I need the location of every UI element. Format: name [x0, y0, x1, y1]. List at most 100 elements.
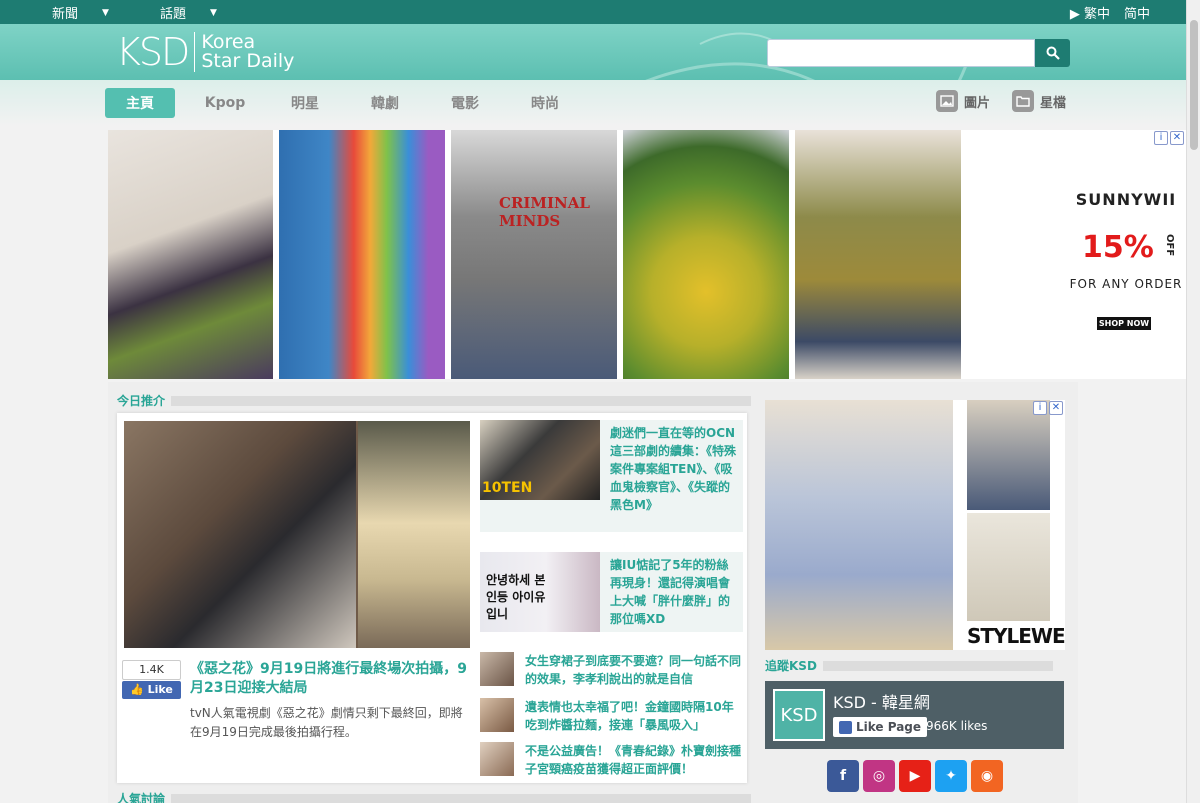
ksd-page-logo[interactable]: KSD: [773, 689, 825, 741]
logo-mark: KSD: [116, 30, 190, 74]
nav-images[interactable]: 圖片: [936, 90, 990, 112]
chevron-down-icon[interactable]: ▼: [210, 8, 217, 18]
ad-product-cardigan[interactable]: [795, 130, 961, 379]
list-item[interactable]: 不是公益廣告！《青春紀錄》朴寶劍接種子宮頸癌疫苗獲得超正面評價！: [480, 742, 745, 778]
ad-close-icon[interactable]: ✕: [1049, 401, 1063, 415]
ad-info-icon[interactable]: i: [1154, 131, 1168, 145]
logo-text: Korea Star Daily: [201, 33, 294, 71]
ad-product-scarf[interactable]: [108, 130, 273, 379]
right-ad[interactable]: STYLEWE i ✕: [765, 400, 1066, 650]
featured-photo-left: [124, 421, 356, 648]
ad-off-label: OFF: [1164, 234, 1175, 257]
nav-fashion[interactable]: 時尚: [505, 88, 585, 118]
fb-like-page-label[interactable]: Like Page: [856, 717, 921, 737]
ad-product-hoodie[interactable]: [279, 130, 445, 379]
nav-profiles[interactable]: 星檔: [1012, 90, 1066, 112]
list-item-thumb[interactable]: [480, 652, 514, 686]
section-divider: [171, 395, 752, 406]
topnav-news[interactable]: 新聞 ▼: [52, 3, 109, 22]
featured-photo-right: [358, 421, 470, 648]
main-nav: 主頁 Kpop 明星 韓劇 電影 時尚: [105, 88, 585, 118]
like-button[interactable]: 👍 Like: [122, 681, 181, 699]
popular-title-text: 人氣討論: [117, 792, 166, 803]
featured-article-title[interactable]: 《惡之花》9月19日將進行最終場次拍攝，9月23日迎接大結局: [190, 660, 472, 698]
social-links: f ◎ ▶ ✦ ◉: [827, 760, 1003, 792]
ad-product-sweater[interactable]: CRIMINAL MINDS: [451, 130, 617, 379]
thumb-caption: 10TEN: [482, 480, 533, 496]
facebook-page-widget[interactable]: KSD KSD - 韓星網 Like Page 966K likes: [765, 681, 1064, 749]
folder-icon: [1012, 90, 1035, 112]
main-nav-bar: 主頁 Kpop 明星 韓劇 電影 時尚 圖片 星檔: [0, 80, 1186, 126]
section-divider: [171, 793, 752, 803]
list-item-thumb[interactable]: [480, 742, 514, 776]
facebook-icon[interactable]: f: [827, 760, 859, 792]
like-button-label[interactable]: Like: [148, 683, 173, 696]
ad-controls: i ✕: [1033, 401, 1063, 415]
ad-photo-dress[interactable]: [765, 400, 953, 650]
nav-movies[interactable]: 電影: [425, 88, 505, 118]
side-article-thumb[interactable]: 안녕하세 본인등 아이유입니: [480, 552, 600, 632]
side-article-title[interactable]: 劇迷們一直在等的OCN這三部劇的續集：《特殊案件專案組TEN》、《吸血鬼檢察官》…: [610, 424, 738, 514]
page-scrollbar[interactable]: [1186, 0, 1200, 803]
rss-icon[interactable]: ◉: [971, 760, 1003, 792]
search-input[interactable]: [767, 39, 1035, 67]
nav-kdrama[interactable]: 韓劇: [345, 88, 425, 118]
ad-close-icon[interactable]: ✕: [1170, 131, 1184, 145]
nav-home[interactable]: 主頁: [105, 88, 175, 118]
ad-brand: STYLEWE: [967, 624, 1066, 648]
fb-like-count: 966K likes: [926, 719, 988, 733]
youtube-icon[interactable]: ▶: [899, 760, 931, 792]
language-switch: ▶ 繁中 简中: [1070, 3, 1150, 22]
side-article-thumb[interactable]: 10TEN: [480, 420, 600, 500]
side-article-title[interactable]: 讓IU惦記了5年的粉絲再現身！還記得演唱會上大喊「胖什麼胖」的那位嗎XD: [610, 556, 738, 628]
nav-right: 圖片 星檔: [936, 90, 1066, 112]
ad-banner[interactable]: CRIMINAL MINDS i ✕ SUNNYWII 15% OFF FOR …: [108, 130, 1186, 379]
nav-stars[interactable]: 明星: [265, 88, 345, 118]
topnav-news-label[interactable]: 新聞: [52, 3, 78, 22]
side-article[interactable]: 10TEN 劇迷們一直在等的OCN這三部劇的續集：《特殊案件專案組TEN》、《吸…: [480, 420, 743, 532]
side-article[interactable]: 안녕하세 본인등 아이유입니 讓IU惦記了5年的粉絲再現身！還記得演唱會上大喊「…: [480, 552, 743, 632]
ad-shop-now-button[interactable]: SHOP NOW: [1097, 317, 1151, 330]
thumb-caption: 안녕하세 본인등 아이유입니: [486, 573, 546, 621]
featured-article-image[interactable]: [124, 421, 470, 648]
search-button[interactable]: [1035, 39, 1070, 67]
nav-profiles-label[interactable]: 星檔: [1040, 92, 1066, 111]
facebook-like-widget: 1.4K 👍 Like: [122, 660, 181, 700]
site-logo[interactable]: KSD Korea Star Daily: [116, 30, 294, 74]
follow-title-text: 追蹤KSD: [765, 659, 817, 673]
list-item-title[interactable]: 遺表情也太幸福了吧！金鐘國時隔10年吃到炸醬拉麵，接連「暴風吸入」: [525, 698, 745, 734]
lang-traditional[interactable]: ▶ 繁中: [1070, 3, 1110, 22]
nav-kpop[interactable]: Kpop: [185, 88, 265, 118]
search-bar: [767, 39, 1070, 67]
list-item-title[interactable]: 不是公益廣告！《青春紀錄》朴寶劍接種子宮頸癌疫苗獲得超正面評價！: [525, 742, 745, 778]
ad-brand: SUNNYWII: [1075, 190, 1177, 209]
nav-images-label[interactable]: 圖片: [964, 92, 990, 111]
fb-like-page-button[interactable]: Like Page: [833, 717, 928, 737]
topnav-topics[interactable]: 話題 ▼: [160, 3, 217, 22]
ad-product-bag[interactable]: [623, 130, 789, 379]
popular-section-title: 人氣討論: [117, 790, 752, 803]
ad-photo-top[interactable]: [967, 400, 1050, 510]
ad-photo-bottom[interactable]: [967, 513, 1050, 621]
twitter-icon[interactable]: ✦: [935, 760, 967, 792]
lang-simplified[interactable]: 简中: [1124, 3, 1150, 22]
list-item-title[interactable]: 女生穿裙子到底要不要遮？同一句話不同的效果，李孝利說出的就是自信: [525, 652, 745, 688]
ad-promo-panel[interactable]: i ✕ SUNNYWII 15% OFF FOR ANY ORDER SHOP …: [1066, 130, 1186, 379]
instagram-icon[interactable]: ◎: [863, 760, 895, 792]
scrollbar-thumb[interactable]: [1190, 20, 1198, 150]
search-icon: [1046, 46, 1060, 60]
section-divider: [822, 660, 1053, 671]
featured-article-summary: tvN人氣電視劇《惡之花》劇情只剩下最終回，即將在9月19日完成最後拍攝行程。: [190, 706, 463, 739]
chevron-down-icon[interactable]: ▼: [102, 8, 109, 18]
ad-info-icon[interactable]: i: [1033, 401, 1047, 415]
fb-page-name[interactable]: KSD - 韓星網: [833, 689, 930, 713]
list-item-thumb[interactable]: [480, 698, 514, 732]
today-section-title: 今日推介: [117, 392, 752, 409]
ad-discount: 15%: [1082, 230, 1154, 265]
follow-section-title: 追蹤KSD: [765, 657, 1053, 674]
top-bar: 新聞 ▼ 話題 ▼ ▶ 繁中 简中: [0, 0, 1200, 24]
list-item[interactable]: 遺表情也太幸福了吧！金鐘國時隔10年吃到炸醬拉麵，接連「暴風吸入」: [480, 698, 745, 734]
ad-subline: FOR ANY ORDER: [1069, 277, 1183, 291]
topnav-topics-label[interactable]: 話題: [160, 3, 186, 22]
list-item[interactable]: 女生穿裙子到底要不要遮？同一句話不同的效果，李孝利說出的就是自信: [480, 652, 745, 688]
